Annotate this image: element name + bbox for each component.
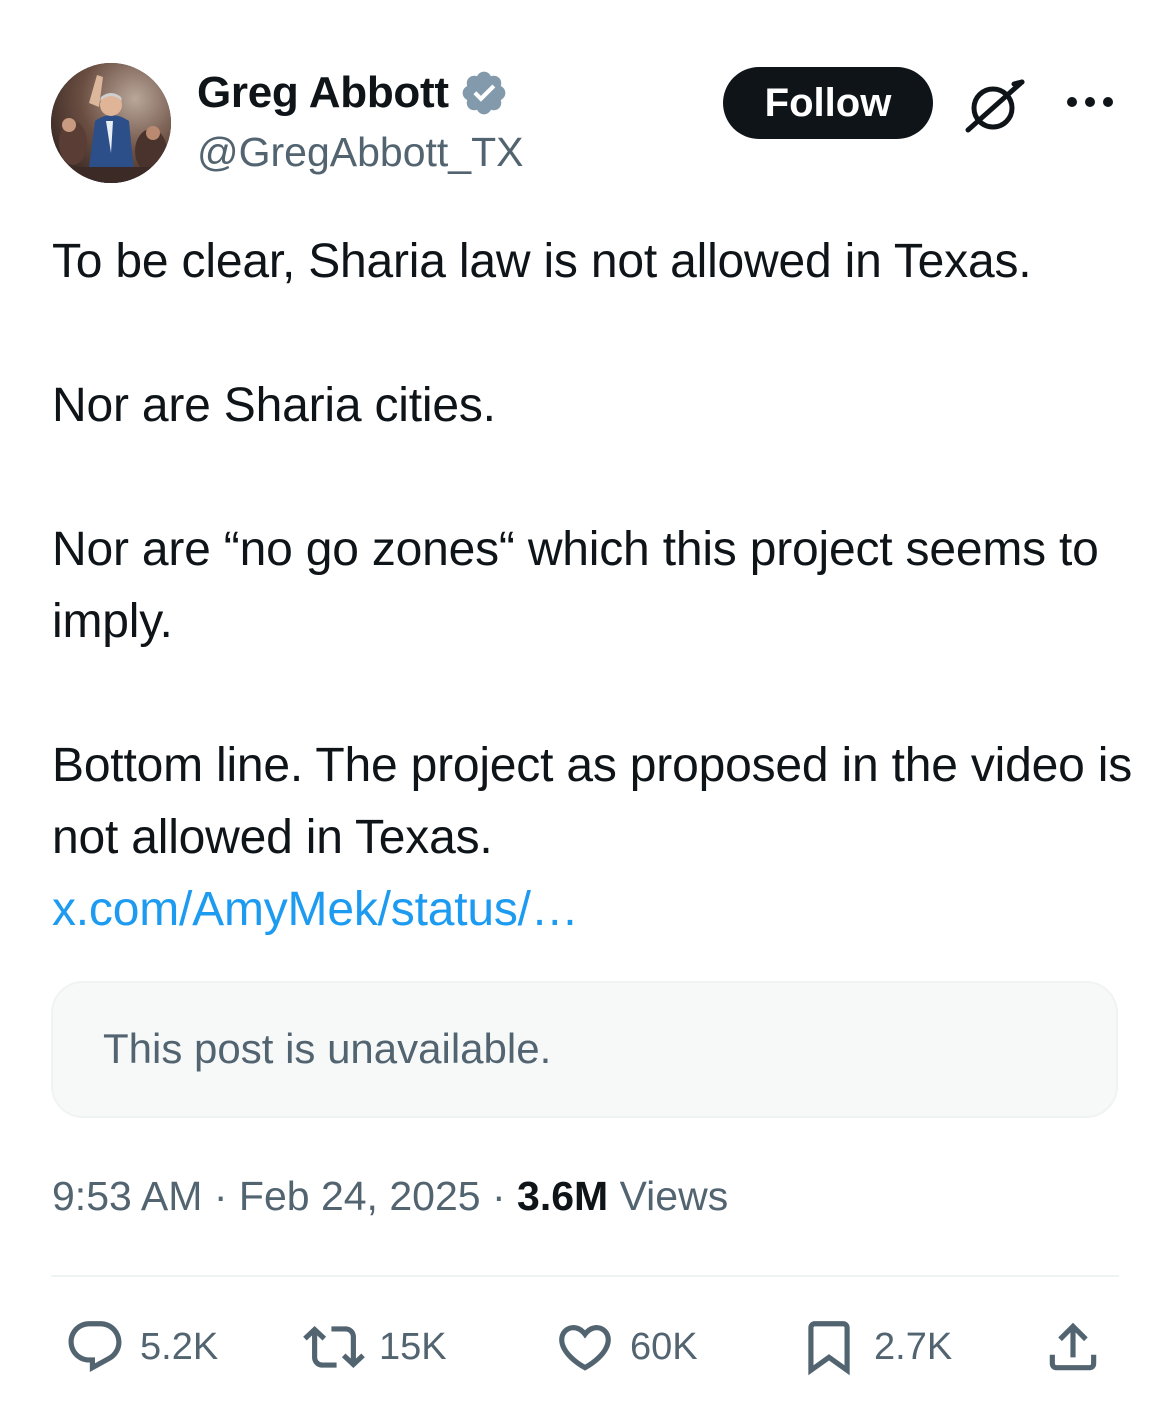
reply-button[interactable]: 5.2K (64, 1316, 218, 1378)
meta-separator: · (213, 1173, 228, 1219)
bookmark-button[interactable]: 2.7K (798, 1316, 952, 1378)
views-label: Views (619, 1173, 729, 1219)
share-button[interactable] (1042, 1316, 1104, 1378)
post-paragraph: Nor are Sharia cities. (52, 379, 496, 432)
post-paragraph: To be clear, Sharia law is not allowed i… (52, 235, 1032, 288)
profile-photo-icon (51, 63, 171, 183)
share-icon (1049, 1322, 1097, 1371)
post-link[interactable]: x.com/AmyMek/status/… (52, 874, 579, 946)
bookmark-icon (808, 1321, 850, 1376)
like-count: 60K (630, 1326, 698, 1368)
repost-icon (303, 1326, 365, 1368)
reply-icon (68, 1321, 122, 1373)
author-name-row[interactable]: Greg Abbott (197, 66, 509, 120)
follow-button[interactable]: Follow (723, 67, 933, 139)
author-handle[interactable]: @GregAbbott_TX (197, 126, 524, 178)
verified-badge-icon (462, 71, 506, 115)
post-time[interactable]: 9:53 AM (52, 1173, 202, 1219)
grok-icon[interactable] (962, 78, 1028, 134)
unavailable-message: This post is unavailable. (103, 1025, 552, 1072)
quoted-post-card[interactable]: This post is unavailable. (51, 981, 1118, 1118)
meta-separator: · (491, 1173, 506, 1219)
views-count[interactable]: 3.6M (517, 1173, 608, 1219)
divider (51, 1275, 1119, 1277)
post-meta: 9:53 AM · Feb 24, 2025 · 3.6M Views (52, 1170, 728, 1222)
display-name[interactable]: Greg Abbott (197, 66, 449, 120)
tweet: Greg Abbott @GregAbbott_TX Follow To be … (0, 0, 1170, 1408)
repost-button[interactable]: 15K (303, 1316, 447, 1378)
post-date[interactable]: Feb 24, 2025 (239, 1173, 481, 1219)
post-paragraph: Bottom line. The project as proposed in … (52, 739, 1133, 864)
repost-count: 15K (379, 1326, 447, 1368)
more-icon[interactable] (1066, 92, 1114, 112)
heart-icon (559, 1325, 611, 1371)
bookmark-count: 2.7K (874, 1326, 953, 1368)
like-button[interactable]: 60K (554, 1316, 698, 1378)
avatar[interactable] (51, 63, 171, 183)
post-paragraph: Nor are “no go zones“ which this project… (52, 523, 1099, 648)
reply-count: 5.2K (140, 1326, 219, 1368)
